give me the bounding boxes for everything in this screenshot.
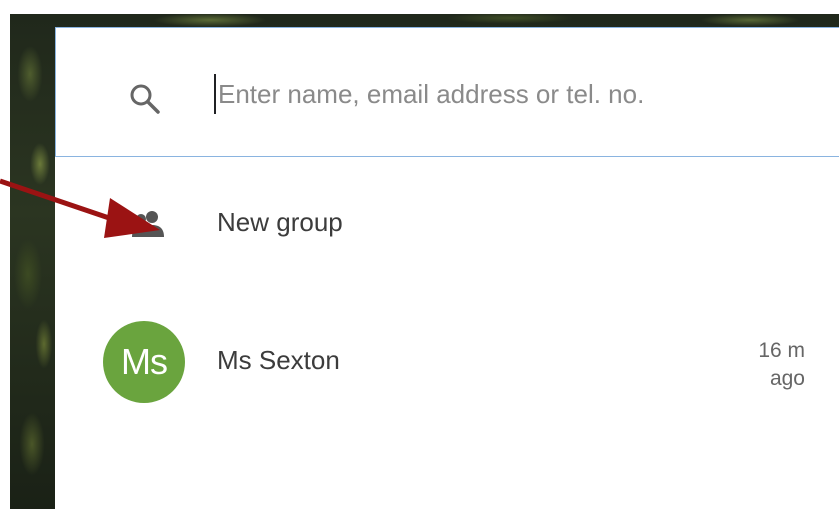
screenshot: New group Ms Ms Sexton 16 m ago [0,0,839,509]
new-conversation-panel: New group Ms Ms Sexton 16 m ago [55,27,839,509]
search-icon [128,82,162,116]
avatar-initials: Ms [121,341,168,382]
contact-timestamp: 16 m ago [725,337,805,393]
search-bar [55,27,839,157]
timestamp-line-2: ago [769,367,805,390]
search-input[interactable] [214,74,818,114]
contact-name: Ms Sexton [217,345,340,375]
new-group-button[interactable]: New group [55,157,839,287]
group-icon [131,209,167,239]
left-strip [0,0,10,509]
top-strip [0,0,839,14]
timestamp-line-1: 16 m [758,339,805,362]
new-group-label: New group [217,207,343,237]
contact-row[interactable]: Ms Ms Sexton 16 m ago [55,289,839,429]
avatar: Ms [103,321,185,403]
